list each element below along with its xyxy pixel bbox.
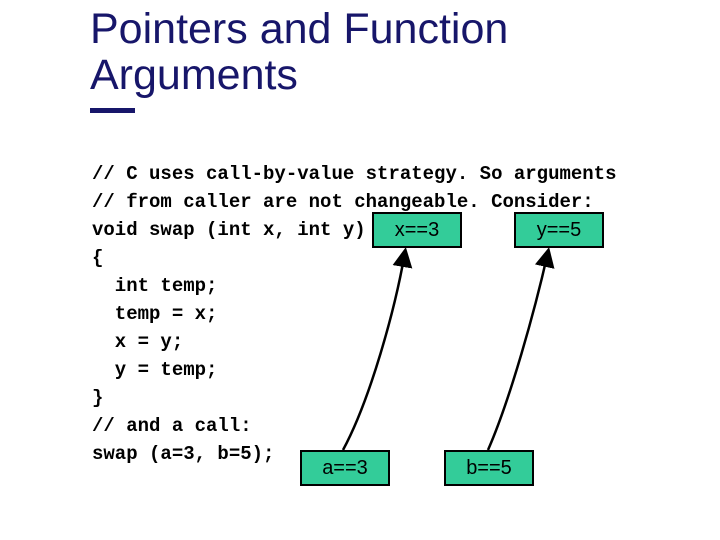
slide: Pointers and Function Arguments // C use… [0, 0, 720, 540]
value-box-y: y==5 [514, 212, 604, 248]
value-box-b: b==5 [444, 450, 534, 486]
code-block: // C uses call-by-value strategy. So arg… [92, 160, 617, 468]
title-accent-bar [90, 108, 135, 113]
value-box-x: x==3 [372, 212, 462, 248]
slide-title: Pointers and Function Arguments [90, 6, 650, 99]
value-box-a: a==3 [300, 450, 390, 486]
